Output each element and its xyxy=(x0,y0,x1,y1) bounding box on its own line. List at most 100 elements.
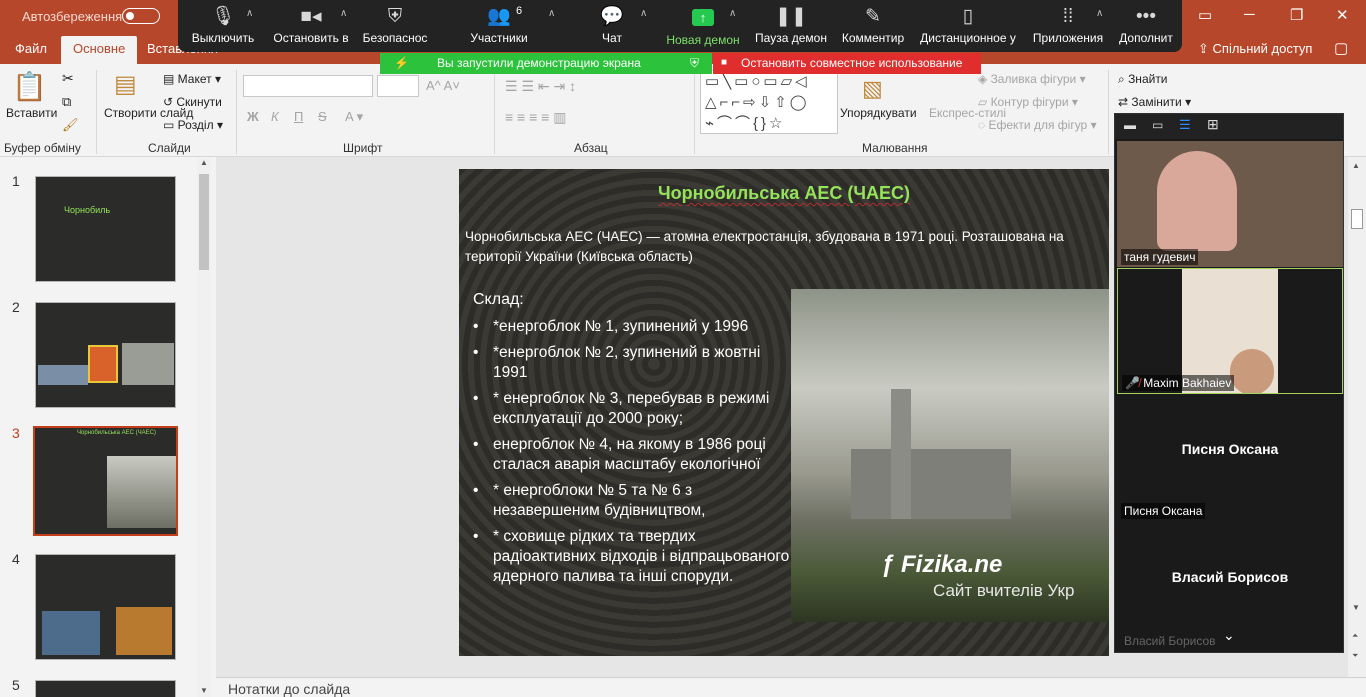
cut-icon[interactable]: ✂ xyxy=(62,70,74,87)
ribbon-display-icon[interactable]: ▭ xyxy=(1198,6,1212,24)
scroll-up-icon[interactable]: ▲ xyxy=(1352,161,1360,170)
tab-home[interactable]: Основне xyxy=(61,36,138,64)
shape-outline-button[interactable]: ▱ Контур фігури ▾ xyxy=(978,95,1078,109)
replace-button[interactable]: ⇄ Замінити ▾ xyxy=(1118,95,1191,109)
notes-placeholder[interactable]: Нотатки до слайда xyxy=(228,681,350,697)
chevron-up-icon[interactable]: ∧ xyxy=(340,8,347,19)
scroll-up-icon[interactable]: ▲ xyxy=(200,158,208,167)
reset-button[interactable]: ↺ Скинути xyxy=(163,95,222,109)
slide-thumbnail-3[interactable]: Чорнобильська АЕС (ЧАЕС) xyxy=(33,426,178,536)
tab-file[interactable]: Файл xyxy=(15,41,47,56)
thumbnails-scrollbar[interactable]: ▲ ▼ xyxy=(197,158,211,697)
strike-button[interactable]: S xyxy=(318,109,327,124)
shape-effects-button[interactable]: ◌ Ефекти для фігур ▾ xyxy=(978,118,1097,132)
font-color-icon[interactable]: A ▾ xyxy=(345,109,363,125)
underline-button[interactable]: П xyxy=(294,109,303,124)
pause-share-button[interactable]: ❚❚ Пауза демон xyxy=(754,0,828,52)
participant-tile-active[interactable]: 🎤̸ Maxim Bakhaiev xyxy=(1117,268,1343,394)
comments-icon[interactable]: ▢ xyxy=(1334,39,1348,57)
restore-icon[interactable]: ❐ xyxy=(1290,6,1303,24)
video-camera-icon: ■◂ xyxy=(300,6,322,27)
slide-intro-text[interactable]: Чорнобильська АЕС (ЧАЕС) — атомна електр… xyxy=(465,227,1105,267)
slide-thumbnail-4[interactable] xyxy=(35,554,176,660)
remote-control-label: Дистанционное у xyxy=(920,31,1016,45)
divider xyxy=(96,70,97,154)
shape-fill-button[interactable]: ◈ Заливка фігури ▾ xyxy=(978,72,1086,86)
chat-button[interactable]: 💬 Чат xyxy=(588,0,636,52)
stop-share-button[interactable]: ■ Остановить совместное использование xyxy=(713,53,981,74)
bullets-icon[interactable]: ☰ ☰ ⇤ ⇥ ↕ xyxy=(505,78,576,95)
layout-button[interactable]: ▤ Макет ▾ xyxy=(163,72,221,86)
bold-button[interactable]: Ж xyxy=(247,109,259,124)
notes-pane[interactable]: Нотатки до слайда xyxy=(216,677,1366,697)
chevron-up-icon[interactable]: ∧ xyxy=(640,8,647,19)
security-button[interactable]: ⛨ Безопаснос xyxy=(358,0,432,52)
format-painter-icon[interactable]: 🖌 xyxy=(62,117,79,133)
slide-canvas[interactable]: Чорнобильська АЕС (ЧАЕС) Чорнобильська А… xyxy=(459,169,1109,656)
chevron-up-icon[interactable]: ∧ xyxy=(729,8,736,19)
find-button[interactable]: ⌕ Знайти xyxy=(1118,72,1168,87)
copy-icon[interactable]: ⧉ xyxy=(62,94,71,110)
remote-control-button[interactable]: ▯ Дистанционное у xyxy=(920,0,1016,52)
slide-thumbnail-2[interactable] xyxy=(35,302,176,408)
annotate-button[interactable]: ✎ Комментир xyxy=(838,0,908,52)
slide-bullet-list[interactable]: *енергоблок № 1, зупинений у 1996 *енерг… xyxy=(473,317,791,593)
grow-font-icon[interactable]: A^ A˅ xyxy=(426,78,460,93)
align-icon[interactable]: ≡ ≡ ≡ ≡ ▥ xyxy=(505,109,566,126)
stop-video-label: Остановить в xyxy=(273,31,349,45)
stop-share-label: Остановить совместное использование xyxy=(741,56,963,70)
scroll-down-icon[interactable]: ▼ xyxy=(200,686,208,695)
participants-button[interactable]: 👥 Участники xyxy=(464,0,534,52)
gallery-view-icon[interactable]: ⊞ xyxy=(1207,116,1219,133)
autosave-toggle[interactable] xyxy=(122,8,160,24)
paste-button[interactable]: Вставити xyxy=(6,106,57,120)
chat-label: Чат xyxy=(602,31,622,45)
scroll-down-icon[interactable]: ▼ xyxy=(1352,603,1360,612)
more-button[interactable]: ••• Дополнит xyxy=(1116,0,1176,52)
scrollbar-thumb[interactable] xyxy=(1351,209,1363,229)
stop-video-button[interactable]: ■◂ Остановить в xyxy=(271,0,351,52)
single-view-icon[interactable]: ▭ xyxy=(1152,118,1163,132)
share-button[interactable]: ⇪ Спільний доступ xyxy=(1198,41,1312,57)
drawing-group-label: Малювання xyxy=(862,141,928,155)
next-slide-icon[interactable]: ⏷ xyxy=(1352,651,1358,661)
participant-tile[interactable]: Власий Борисов Власий Борисов ⌄ xyxy=(1117,523,1343,651)
participant-tile[interactable]: Писня Оксана Писня Оксана xyxy=(1117,395,1343,521)
chevron-down-icon[interactable]: ⌄ xyxy=(1223,627,1235,644)
italic-button[interactable]: К xyxy=(271,109,279,124)
participant-video xyxy=(1157,151,1237,251)
prev-slide-icon[interactable]: ⏶ xyxy=(1352,631,1358,641)
minimize-icon[interactable]: ─ xyxy=(1244,6,1255,23)
chevron-up-icon[interactable]: ∧ xyxy=(548,8,555,19)
participant-tile[interactable]: таня гудевич xyxy=(1117,141,1343,267)
arrange-icon[interactable]: ▧ xyxy=(862,76,883,102)
chevron-up-icon[interactable]: ∧ xyxy=(1096,8,1103,19)
security-label: Безопаснос xyxy=(362,31,428,45)
font-size-input[interactable] xyxy=(377,75,419,97)
slide-thumbnail-1[interactable]: Чорнобиль xyxy=(35,176,176,282)
more-label: Дополнит xyxy=(1119,31,1173,45)
thumbnail-image xyxy=(107,456,176,528)
slide-thumbnail-5[interactable] xyxy=(35,680,176,697)
font-name-input[interactable] xyxy=(243,75,373,97)
arrange-button[interactable]: Упорядкувати xyxy=(840,106,917,120)
shape-effects-label: Ефекти для фігур xyxy=(988,118,1088,132)
apps-label: Приложения xyxy=(1032,31,1104,45)
minimize-icon[interactable]: ▬ xyxy=(1124,118,1136,132)
speaker-view-icon[interactable]: ☰ xyxy=(1179,117,1191,133)
close-icon[interactable]: ✕ xyxy=(1336,6,1349,24)
mouse-icon: ▯ xyxy=(962,6,974,27)
shapes-gallery[interactable]: ▭╲▭○▭▱◁ △⌐⌐⇨⇩⇧◯ ⌁⌒⌒{}☆ xyxy=(700,70,838,134)
divider xyxy=(236,70,237,154)
scrollbar-thumb[interactable] xyxy=(199,174,209,270)
new-slide-icon[interactable]: ▤ xyxy=(114,70,137,99)
apps-button[interactable]: ⁞⁞ Приложения xyxy=(1030,0,1106,52)
thumbnail-image xyxy=(38,365,88,385)
slide-sklad-label[interactable]: Склад: xyxy=(473,291,524,309)
chevron-up-icon[interactable]: ∧ xyxy=(246,8,253,19)
slide-scrollbar[interactable]: ▲ ▼ ⏶ ⏷ xyxy=(1348,157,1366,677)
slide-title[interactable]: Чорнобильська АЕС (ЧАЕС) xyxy=(459,183,1109,204)
section-button[interactable]: ▭ Розділ ▾ xyxy=(163,118,223,132)
chernobyl-photo[interactable]: ƒ Fizika.ne Сайт вчителів Укр xyxy=(791,289,1109,622)
paste-icon[interactable]: 📋 xyxy=(12,70,47,103)
